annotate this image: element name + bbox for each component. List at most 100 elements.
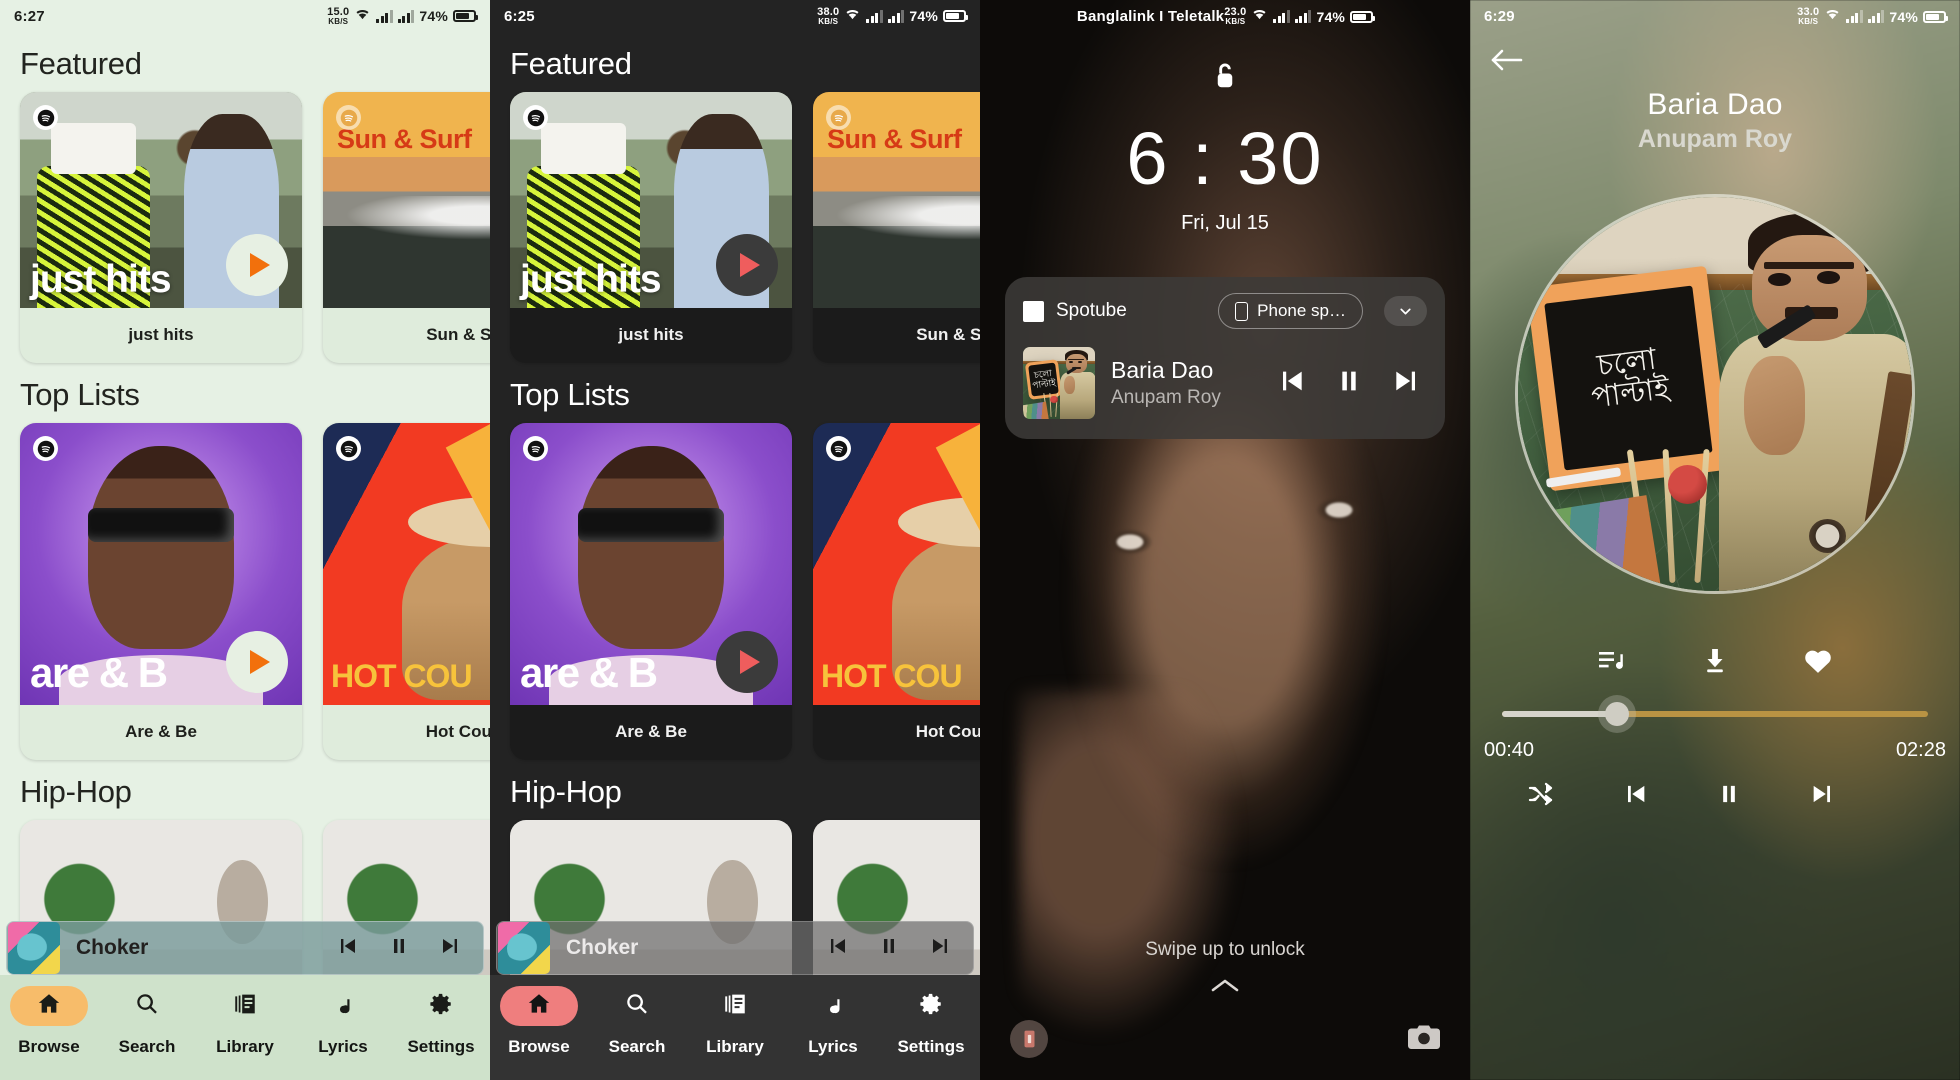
previous-icon[interactable] <box>1275 365 1307 402</box>
track-artist: Anupam Roy <box>1111 386 1221 408</box>
toplist-card-are-and-be[interactable]: are & B Are & Be <box>20 423 302 761</box>
browse-screen-light: 6:27 15.0 KB/S 74% Featured just hits ju… <box>0 0 490 1080</box>
card-artwork: HOT COU <box>323 423 490 706</box>
home-icon <box>526 991 552 1022</box>
top-lists-row[interactable]: are & B Are & Be HOT COU Hot Cou <box>490 423 980 761</box>
card-label: Sun & Su <box>916 325 980 345</box>
featured-card-sun-and-surf[interactable]: Sun & Surf Sun & Su <box>813 92 980 364</box>
card-label: Are & Be <box>615 722 687 742</box>
status-bar: 6:27 15.0 KB/S 74% <box>0 0 490 32</box>
featured-card-sun-and-surf[interactable]: Sun & Surf Sun & Su <box>323 92 490 364</box>
pause-icon[interactable] <box>877 934 901 963</box>
music-note-icon <box>820 991 846 1022</box>
nav-item-library[interactable]: Library <box>686 986 784 1057</box>
seek-thumb[interactable] <box>1605 702 1630 726</box>
seek-progress-fill <box>1502 711 1618 717</box>
now-playing-screen: 6:29 33.0 KB/S 74% Baria Dao Anupam Roy … <box>1470 0 1960 1080</box>
toplist-card-hot-country[interactable]: HOT COU Hot Coun <box>323 423 490 761</box>
media-notification-card[interactable]: Spotube Phone sp… চলো পাল্টাই Baria Dao … <box>1005 277 1445 439</box>
battery-percent: 74% <box>1889 8 1918 25</box>
top-lists-row[interactable]: are & B Are & Be HOT COU Hot Cou <box>0 423 490 761</box>
mini-player-artwork <box>498 922 550 974</box>
elapsed-time: 00:40 <box>1484 739 1535 761</box>
play-button[interactable] <box>226 631 288 694</box>
nav-label: Lyrics <box>318 1037 368 1056</box>
next-icon[interactable] <box>1391 365 1423 402</box>
artwork-caption: HOT COU <box>331 658 473 695</box>
back-button[interactable] <box>1470 33 1960 78</box>
battery-icon <box>1923 10 1948 23</box>
nav-item-lyrics[interactable]: Lyrics <box>784 986 882 1057</box>
toplist-card-hot-country[interactable]: HOT COU Hot Coun <box>813 423 980 761</box>
slate-text: চলো পাল্টাই <box>1544 285 1713 471</box>
spotify-badge-icon <box>336 105 361 131</box>
previous-icon[interactable] <box>335 934 359 963</box>
artwork-caption: Sun & Surf <box>827 124 962 155</box>
card-artwork: are & B <box>20 423 302 706</box>
wallet-shortcut-icon[interactable] <box>1010 1020 1048 1058</box>
bottom-navigation[interactable]: Browse Search Library Lyrics Settings <box>490 975 980 1080</box>
gear-icon <box>428 991 454 1022</box>
wifi-icon <box>1251 6 1268 27</box>
next-icon[interactable] <box>439 934 463 963</box>
pause-icon[interactable] <box>1333 365 1365 402</box>
track-artwork: চলো পাল্টাই <box>1023 347 1095 419</box>
chevron-up-icon[interactable] <box>980 977 1470 994</box>
nav-label: Settings <box>897 1037 965 1056</box>
download-icon[interactable] <box>1700 646 1730 681</box>
section-title-top-lists: Top Lists <box>20 377 140 413</box>
swipe-hint-label: Swipe up to unlock <box>1145 939 1305 960</box>
mini-player[interactable]: Choker <box>6 921 484 975</box>
play-button[interactable] <box>716 234 778 297</box>
output-device-chip[interactable]: Phone sp… <box>1218 293 1363 329</box>
pause-icon[interactable] <box>1715 780 1743 813</box>
network-speed-indicator: 33.0 KB/S <box>1797 6 1820 26</box>
mini-player[interactable]: Choker <box>496 921 974 975</box>
bottom-navigation[interactable]: Browse Search Library Lyrics Settings <box>0 975 490 1080</box>
section-title-hip-hop: Hip-Hop <box>510 774 622 810</box>
play-button[interactable] <box>226 234 288 297</box>
featured-card-just-hits[interactable]: just hits just hits <box>20 92 302 364</box>
previous-icon[interactable] <box>825 934 849 963</box>
lock-screen[interactable]: Banglalink I Teletalk 23.0 KB/S 74% 6: … <box>980 0 1470 1080</box>
featured-row[interactable]: just hits just hits Sun & Surf Sun & S <box>0 92 490 364</box>
library-icon <box>722 991 748 1022</box>
status-bar: Banglalink I Teletalk 23.0 KB/S 74% <box>1063 0 1387 33</box>
previous-icon[interactable] <box>1621 780 1649 813</box>
app-name: Spotube <box>1056 300 1127 321</box>
next-icon[interactable] <box>1809 780 1837 813</box>
next-icon[interactable] <box>929 934 953 963</box>
featured-card-just-hits[interactable]: just hits just hits <box>510 92 792 364</box>
seek-bar[interactable] <box>1470 702 1960 726</box>
chevron-down-icon[interactable] <box>1384 296 1427 326</box>
nav-item-settings[interactable]: Settings <box>392 986 490 1057</box>
pause-icon[interactable] <box>387 934 411 963</box>
now-playing-title: Baria Dao <box>1647 88 1783 121</box>
card-artwork: just hits <box>510 92 792 309</box>
mini-player-artwork <box>8 922 60 974</box>
nav-item-search[interactable]: Search <box>98 986 196 1057</box>
nav-item-library[interactable]: Library <box>196 986 294 1057</box>
slate-text-line2: পাল্টাই <box>1589 372 1672 415</box>
card-artwork: Sun & Surf <box>813 92 980 309</box>
nav-item-search[interactable]: Search <box>588 986 686 1057</box>
nav-item-lyrics[interactable]: Lyrics <box>294 986 392 1057</box>
browse-screen-dark: 6:25 38.0 KB/S 74% Featured just hits ju… <box>490 0 980 1080</box>
play-button[interactable] <box>716 631 778 694</box>
signal-bars-sim1 <box>376 9 393 23</box>
seek-track[interactable] <box>1502 702 1928 726</box>
nav-item-settings[interactable]: Settings <box>882 986 980 1057</box>
wifi-icon <box>354 6 371 27</box>
heart-icon[interactable] <box>1803 646 1833 681</box>
nav-label: Settings <box>407 1037 475 1056</box>
camera-shortcut-icon[interactable] <box>1408 1024 1440 1055</box>
artwork-caption: Sun & Surf <box>337 124 472 155</box>
artwork-caption: HOT COU <box>821 658 963 695</box>
toplist-card-are-and-be[interactable]: are & B Are & Be <box>510 423 792 761</box>
nav-item-browse[interactable]: Browse <box>0 986 98 1057</box>
nav-item-browse[interactable]: Browse <box>490 986 588 1057</box>
spotify-badge-icon <box>33 436 58 462</box>
featured-row[interactable]: just hits just hits Sun & Surf Sun & S <box>490 92 980 364</box>
shuffle-icon[interactable] <box>1527 780 1555 813</box>
queue-icon[interactable] <box>1597 646 1627 681</box>
